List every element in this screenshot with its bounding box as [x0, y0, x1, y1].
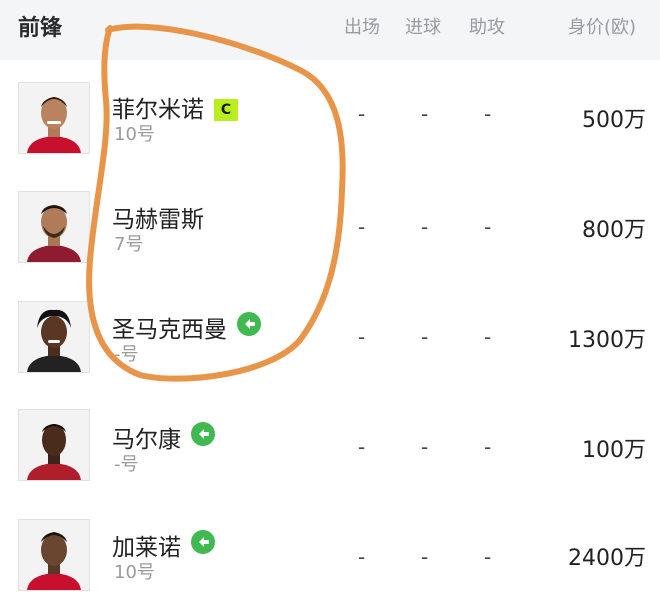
jersey-number: -号: [114, 454, 139, 475]
market-value: 500万: [582, 108, 646, 133]
assists-value: -: [484, 102, 492, 126]
assists-value: -: [484, 435, 492, 459]
market-value: 2400万: [568, 546, 646, 571]
substitute-icon: [199, 429, 209, 439]
assists-value: -: [484, 325, 492, 349]
appearances-value: -: [358, 102, 366, 126]
section-header: 前锋 出场 进球 助攻 身价(欧): [0, 0, 660, 60]
market-value: 800万: [582, 218, 646, 243]
substitute-badge: [191, 530, 215, 554]
player-avatar[interactable]: [18, 519, 90, 591]
jersey-number: -号: [114, 344, 139, 365]
assists-value: -: [484, 215, 492, 239]
player-row[interactable]: 马尔康 -号 - - - 100万: [0, 392, 660, 502]
player-name-row[interactable]: 菲尔米诺 C: [112, 90, 238, 124]
appearances-value: -: [358, 435, 366, 459]
goals-value: -: [421, 435, 429, 459]
player-row[interactable]: 马赫雷斯 7号 - - - 800万: [0, 172, 660, 282]
player-name-row[interactable]: 马尔康: [112, 420, 215, 454]
substitute-badge: [237, 312, 261, 336]
player-name-row[interactable]: 马赫雷斯: [112, 200, 204, 234]
jersey-number: 10号: [114, 124, 155, 145]
market-value: 1300万: [568, 328, 646, 353]
goals-value: -: [421, 215, 429, 239]
column-header-appearances[interactable]: 出场: [344, 13, 380, 39]
player-name-row[interactable]: 加莱诺: [112, 528, 215, 562]
player-name-row[interactable]: 圣马克西曼: [112, 310, 261, 344]
column-header-goals[interactable]: 进球: [405, 13, 441, 39]
substitute-badge: [191, 422, 215, 446]
jersey-number: 7号: [114, 234, 144, 255]
captain-badge: C: [214, 99, 238, 121]
player-avatar[interactable]: [18, 191, 90, 263]
player-row[interactable]: 圣马克西曼 -号 - - - 1300万: [0, 282, 660, 392]
appearances-value: -: [358, 215, 366, 239]
player-row[interactable]: 加莱诺 10号 - - - 2400万: [0, 502, 660, 612]
appearances-value: -: [358, 545, 366, 569]
player-row[interactable]: 菲尔米诺 C 10号 - - - 500万: [0, 62, 660, 172]
section-title: 前锋: [18, 16, 63, 41]
goals-value: -: [421, 325, 429, 349]
column-header-market-value[interactable]: 身价(欧): [568, 13, 636, 39]
substitute-icon: [245, 319, 255, 329]
goals-value: -: [421, 102, 429, 126]
substitute-icon: [199, 537, 209, 547]
player-avatar[interactable]: [18, 301, 90, 373]
goals-value: -: [421, 545, 429, 569]
player-avatar[interactable]: [18, 82, 90, 154]
assists-value: -: [484, 545, 492, 569]
column-header-assists[interactable]: 助攻: [469, 13, 505, 39]
player-avatar[interactable]: [18, 409, 90, 481]
jersey-number: 10号: [114, 562, 155, 583]
appearances-value: -: [358, 325, 366, 349]
market-value: 100万: [582, 438, 646, 463]
